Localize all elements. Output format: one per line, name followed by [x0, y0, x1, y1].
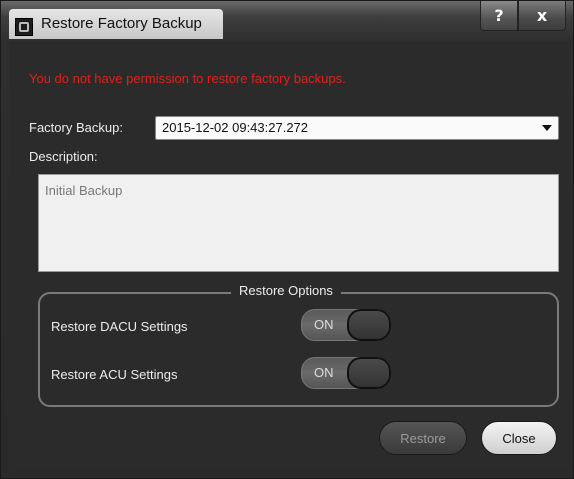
restore-acu-label: Restore ACU Settings	[51, 367, 178, 382]
description-field[interactable]: Initial Backup	[38, 174, 559, 272]
toggle-knob[interactable]	[347, 309, 391, 341]
description-text: Initial Backup	[45, 183, 123, 198]
restore-acu-toggle[interactable]: ON	[301, 357, 391, 389]
help-button[interactable]: ?	[480, 1, 518, 31]
dialog-window: Restore Factory Backup ? x You do not ha…	[0, 0, 574, 479]
restore-dacu-toggle[interactable]: ON	[301, 309, 391, 341]
description-label: Description:	[29, 149, 98, 164]
close-window-button[interactable]: x	[518, 1, 566, 31]
restore-dacu-toggle-state: ON	[314, 317, 334, 332]
factory-backup-label: Factory Backup:	[29, 120, 123, 135]
toggle-knob[interactable]	[347, 357, 391, 389]
restore-button[interactable]: Restore	[379, 421, 467, 455]
app-icon	[15, 18, 33, 36]
close-button[interactable]: Close	[481, 421, 557, 455]
factory-backup-select[interactable]: 2015-12-02 09:43:27.272	[155, 116, 559, 140]
permission-warning: You do not have permission to restore fa…	[29, 71, 346, 86]
restore-options-group	[38, 292, 559, 407]
window-title: Restore Factory Backup	[41, 15, 202, 32]
restore-dacu-label: Restore DACU Settings	[51, 319, 188, 334]
restore-acu-toggle-state: ON	[314, 365, 334, 380]
factory-backup-value: 2015-12-02 09:43:27.272	[162, 120, 309, 135]
chevron-down-icon[interactable]	[542, 125, 552, 131]
restore-options-title: Restore Options	[231, 283, 341, 298]
